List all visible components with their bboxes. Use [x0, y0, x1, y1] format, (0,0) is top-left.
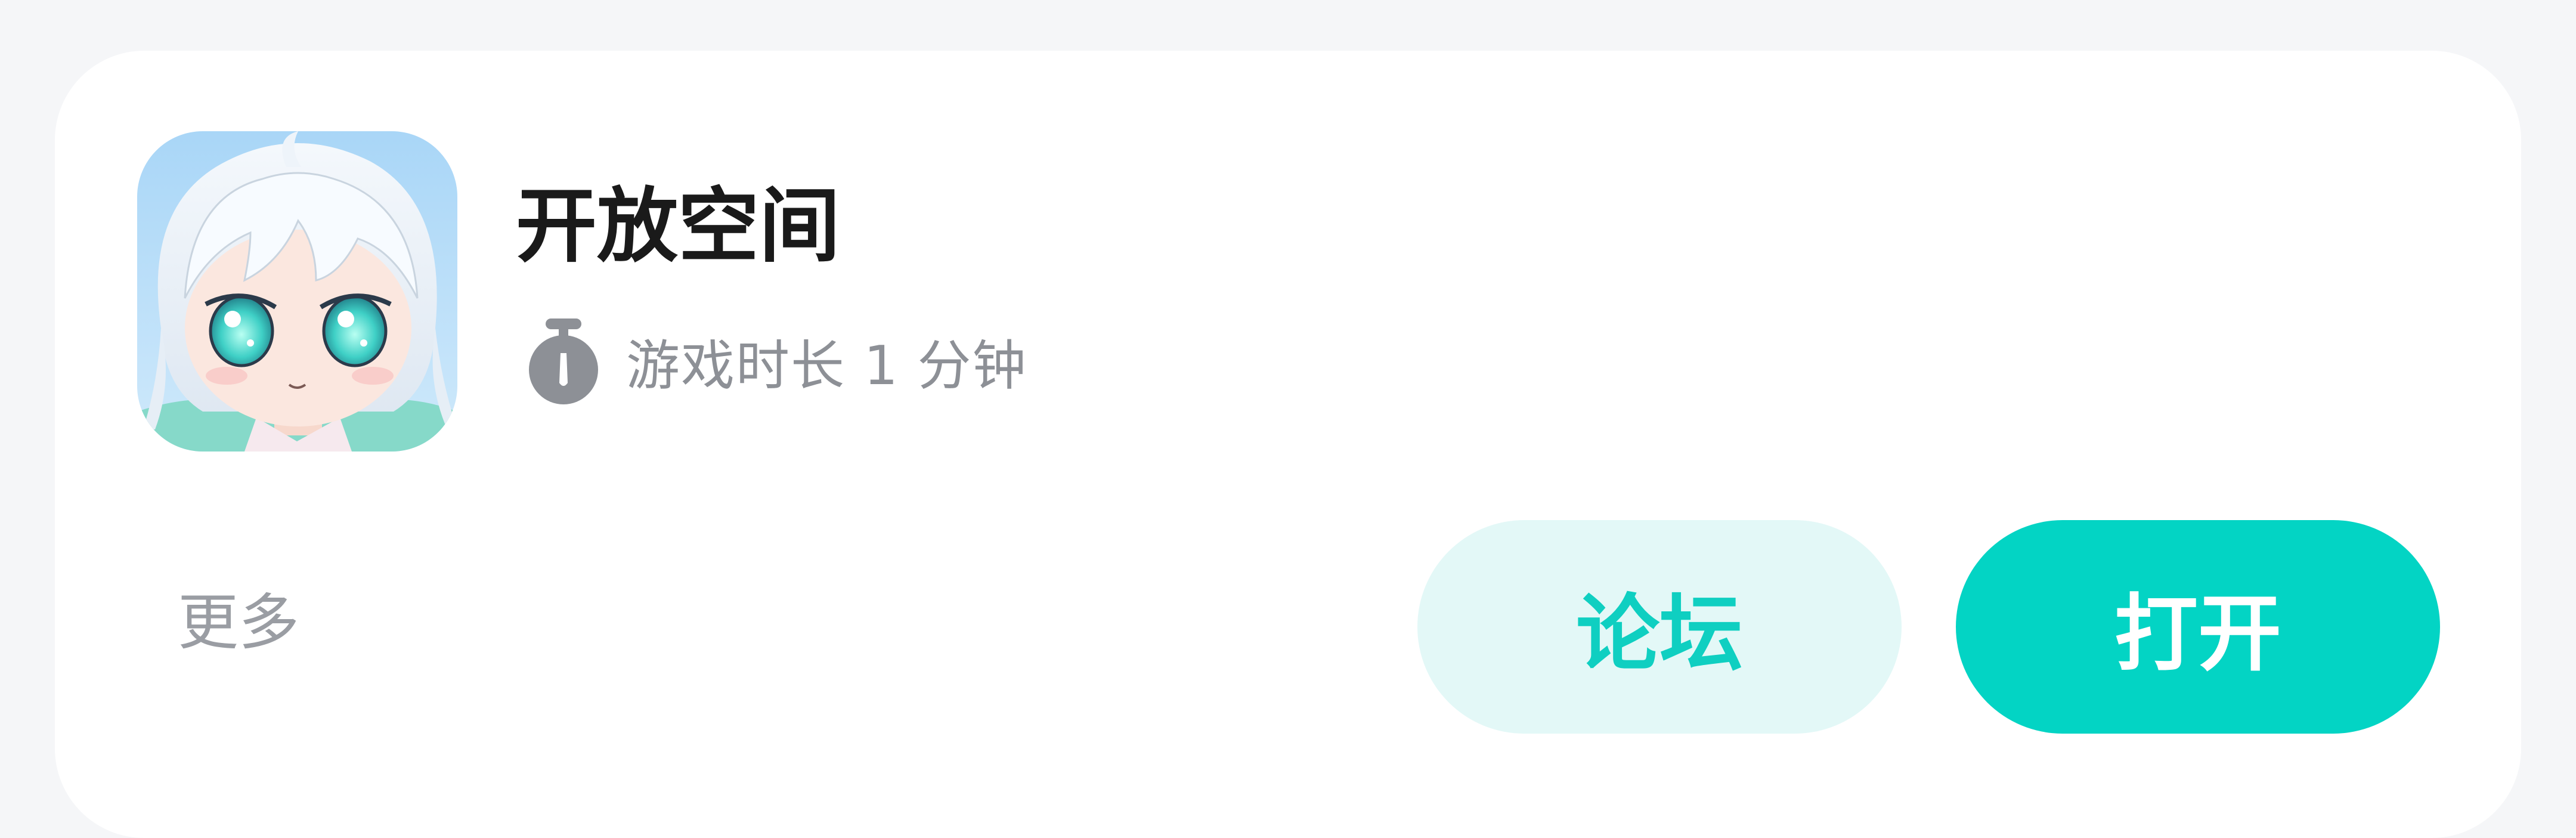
- app-title: 开放空间: [516, 180, 840, 274]
- playtime-text: 游戏时长 1 分钟: [626, 335, 1027, 397]
- playtime-row: 游戏时长 1 分钟: [525, 316, 1027, 406]
- stopwatch-icon: [529, 318, 598, 404]
- forum-button[interactable]: 论坛: [1417, 520, 1902, 734]
- app-icon[interactable]: [137, 131, 457, 452]
- open-button[interactable]: 打开: [1956, 520, 2440, 734]
- more-button[interactable]: 更多: [178, 587, 299, 659]
- anime-girl-icon: [137, 131, 457, 452]
